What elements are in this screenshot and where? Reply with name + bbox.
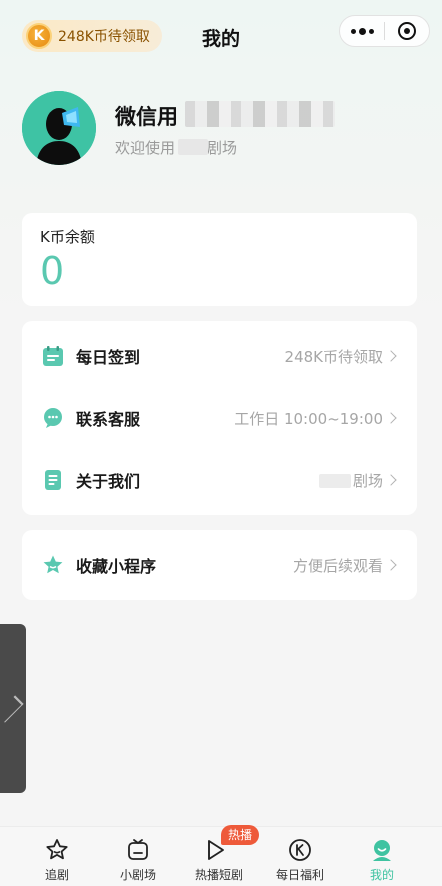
tab-label: 每日福利	[275, 868, 324, 882]
menu-row-favorite-miniprogram[interactable]: 收藏小程序 方便后续观看	[22, 534, 417, 596]
star-icon	[43, 555, 63, 574]
tab-mini-theater[interactable]: 小剧场	[94, 827, 182, 886]
tab-mine[interactable]: 我的	[338, 827, 426, 886]
close-miniprogram-button[interactable]	[385, 16, 429, 46]
tab-label: 小剧场	[119, 868, 156, 882]
subtitle-prefix: 欢迎使用	[115, 139, 176, 157]
chevron-right-icon	[385, 474, 397, 486]
menu-row-daily-checkin[interactable]: 每日签到 248K币待领取	[22, 325, 417, 387]
menu-label: 联系客服	[76, 410, 141, 429]
document-icon	[45, 470, 61, 490]
star-outline-icon	[46, 839, 68, 860]
redacted-name	[185, 101, 335, 127]
hot-badge: 热播	[221, 825, 260, 845]
tv-icon	[128, 839, 148, 860]
menu-label: 每日签到	[76, 348, 141, 367]
menu-card: 每日签到 248K币待领取 联系客服 工作日 10:00~19:00 关于我们 …	[22, 321, 417, 515]
redacted-app-name	[178, 139, 208, 155]
menu-label: 收藏小程序	[76, 557, 157, 576]
menu-value: 方便后续观看	[292, 556, 383, 575]
miniprogram-capsule	[339, 15, 430, 47]
more-dots-icon	[350, 27, 374, 35]
menu-value-text: 剧场	[352, 471, 383, 490]
favorite-card: 收藏小程序 方便后续观看	[22, 530, 417, 600]
avatar[interactable]	[22, 91, 96, 165]
k-coin-icon	[289, 839, 311, 861]
tab-hot-shorts[interactable]: 热播 热播短剧	[175, 825, 263, 886]
balance-value: 0	[40, 249, 65, 293]
chevron-right-icon	[385, 350, 397, 362]
side-drawer-handle[interactable]	[0, 624, 26, 793]
balance-label: K币余额	[40, 228, 95, 246]
subtitle-suffix: 剧场	[207, 139, 238, 157]
tab-label: 追剧	[44, 868, 69, 882]
chat-icon	[44, 408, 62, 428]
menu-label: 关于我们	[76, 472, 141, 491]
tab-daily-benefits[interactable]: 每日福利	[256, 827, 344, 886]
menu-row-customer-service[interactable]: 联系客服 工作日 10:00~19:00	[22, 387, 417, 449]
menu-value: 248K币待领取	[284, 347, 383, 366]
more-button[interactable]	[340, 16, 384, 46]
redacted-app-name	[318, 474, 351, 488]
calendar-icon	[43, 346, 63, 366]
bottom-tab-bar: 追剧 小剧场 热播 热播短剧 每日福利 我的	[0, 825, 442, 886]
tab-label: 我的	[369, 868, 394, 882]
user-icon	[373, 840, 391, 861]
chevron-right-icon	[385, 412, 397, 424]
menu-row-about-us[interactable]: 关于我们 剧场	[22, 449, 417, 511]
profile-name: 微信用	[115, 105, 178, 129]
tab-label: 热播短剧	[194, 868, 243, 882]
menu-value: 工作日 10:00~19:00	[234, 409, 383, 428]
balance-card: K币余额 0	[22, 213, 417, 306]
tab-follow[interactable]: 追剧	[13, 827, 101, 886]
menu-value: 剧场	[318, 470, 383, 491]
user-silhouette-icon	[22, 91, 96, 165]
chevron-right-icon	[0, 694, 24, 723]
profile-subtitle: 欢迎使用 剧场	[115, 137, 237, 158]
target-circle-icon	[398, 22, 416, 40]
chevron-right-icon	[385, 559, 397, 571]
